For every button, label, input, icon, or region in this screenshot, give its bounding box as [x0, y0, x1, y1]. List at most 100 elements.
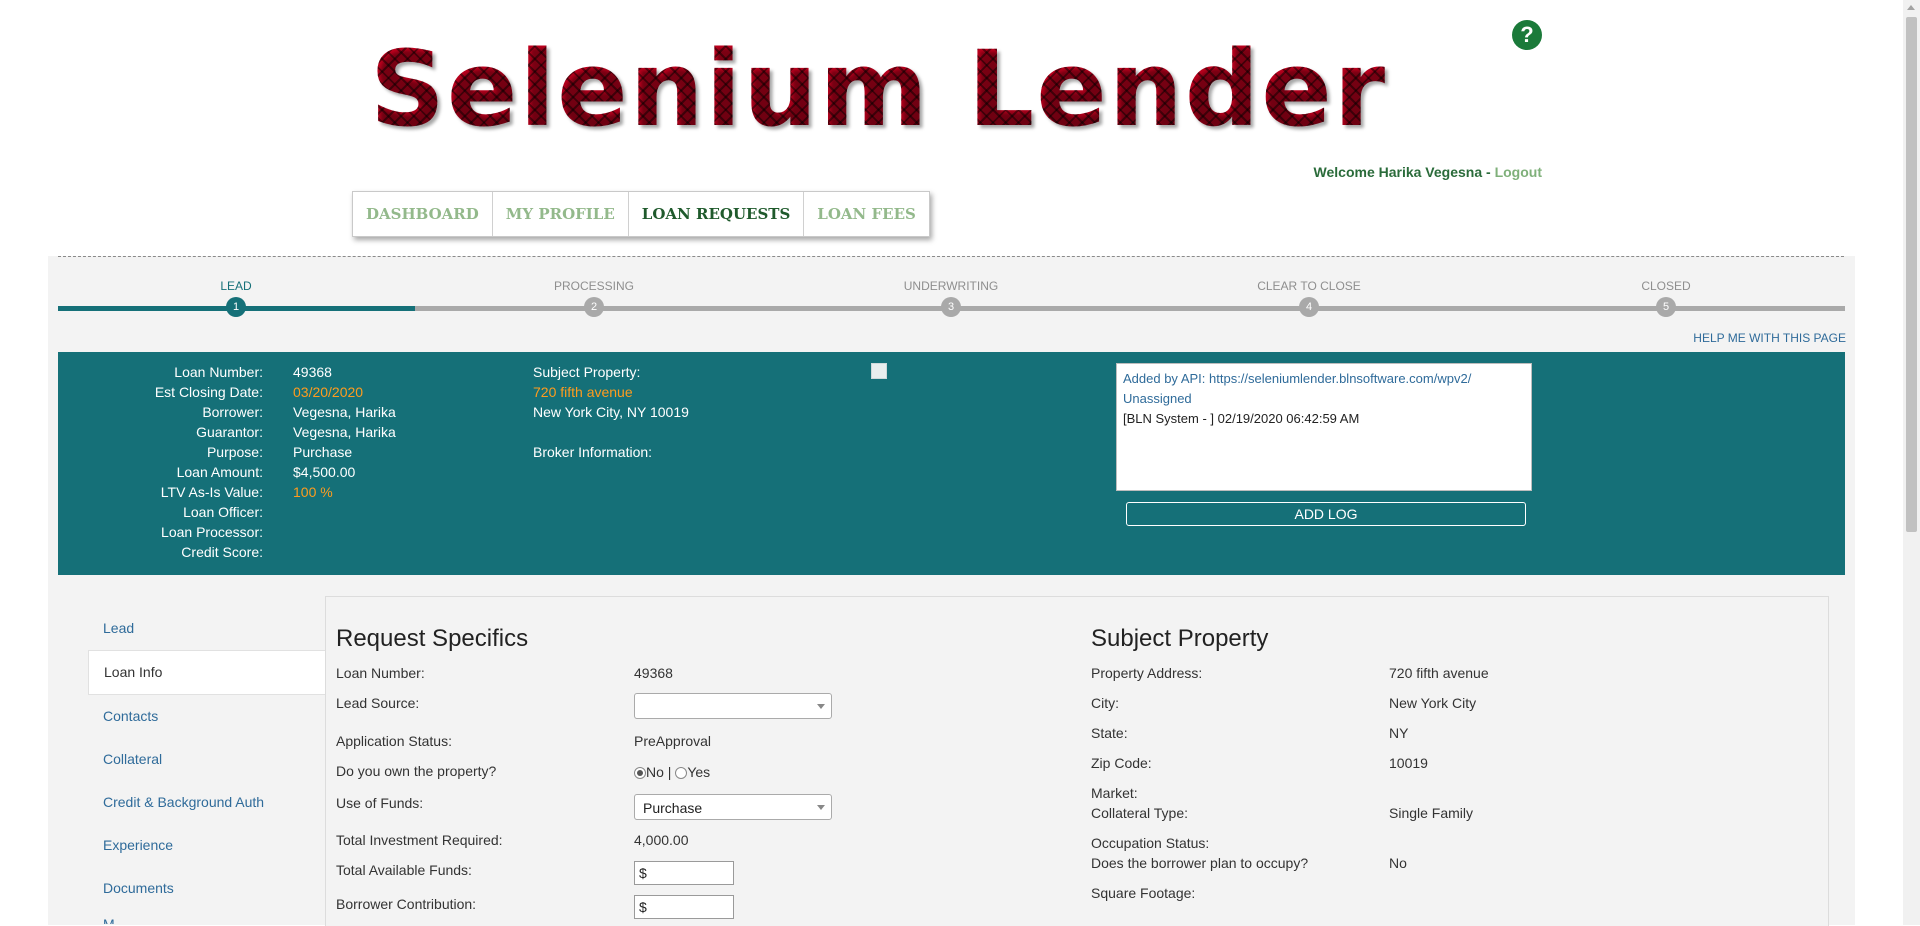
- subject-property-street[interactable]: 720 fifth avenue: [533, 382, 689, 402]
- nav-loan-requests[interactable]: LOAN REQUESTS: [629, 192, 805, 236]
- city-label: City:: [1091, 695, 1119, 711]
- step-label: LEAD: [220, 279, 252, 293]
- state-value: NY: [1389, 725, 1409, 741]
- step-number: 4: [1299, 297, 1319, 317]
- welcome-separator: -: [1482, 164, 1495, 180]
- step-closed[interactable]: CLOSED 5: [1586, 276, 1746, 317]
- summary-key: Loan Officer:: [183, 504, 263, 520]
- summary-row: Purpose: Purchase: [58, 442, 493, 462]
- square-footage-label: Square Footage:: [1091, 885, 1196, 901]
- use-of-funds-value: Purchase: [643, 800, 703, 816]
- log-unassigned-link[interactable]: Unassigned: [1123, 389, 1525, 409]
- own-property-yes-label: Yes: [687, 764, 711, 780]
- welcome-text: Welcome Harika Vegesna: [1313, 164, 1483, 180]
- summary-key: Est Closing Date:: [154, 384, 263, 400]
- market-label: Market:: [1091, 785, 1138, 801]
- loan-stage-stepper: LEAD 1 PROCESSING 2 UNDERWRITING 3 CLEAR…: [58, 276, 1845, 326]
- loan-number-value: 49368: [634, 665, 673, 681]
- broken-image-icon: [871, 363, 887, 379]
- sidebar-item-collateral[interactable]: Collateral: [88, 738, 326, 781]
- summary-value: $4,500.00: [293, 464, 356, 480]
- subject-property-label: Subject Property:: [533, 364, 641, 380]
- summary-row: Est Closing Date: 03/20/2020: [58, 382, 493, 402]
- log-source-link[interactable]: Added by API: https://seleniumlender.bln…: [1123, 369, 1525, 389]
- request-specifics-title: Request Specifics: [336, 625, 529, 652]
- own-property-no-radio[interactable]: [634, 767, 646, 780]
- step-label: UNDERWRITING: [903, 279, 999, 293]
- summary-row: Credit Score:: [58, 542, 493, 562]
- use-of-funds-select[interactable]: Purchase: [634, 794, 832, 820]
- total-funds-input[interactable]: $: [634, 861, 734, 885]
- step-underwriting[interactable]: UNDERWRITING 3: [871, 276, 1031, 317]
- subject-property-summary: Subject Property: 720 fifth avenue New Y…: [533, 362, 689, 462]
- loan-sidebar: Lead Loan Info Contacts Collateral Credi…: [88, 607, 326, 924]
- sidebar-item-documents[interactable]: Documents: [88, 867, 326, 910]
- logout-link[interactable]: Logout: [1495, 164, 1542, 180]
- sidebar-item-more[interactable]: M...: [88, 910, 326, 924]
- subject-property-city: New York City, NY 10019: [533, 404, 689, 420]
- nav-dashboard[interactable]: DASHBOARD: [353, 192, 493, 236]
- summary-key: Loan Processor:: [161, 524, 263, 540]
- summary-row: Borrower: Vegesna, Harika: [58, 402, 493, 422]
- summary-key: Purpose:: [206, 444, 263, 460]
- help-icon[interactable]: ?: [1512, 20, 1542, 50]
- plan-to-occupy-value: No: [1389, 855, 1407, 871]
- summary-value: [293, 502, 493, 522]
- total-investment-value: 4,000.00: [634, 832, 689, 848]
- summary-value: 49368: [293, 364, 332, 380]
- broker-information-label: Broker Information:: [533, 444, 653, 460]
- add-log-button[interactable]: ADD LOG: [1126, 502, 1526, 526]
- borrower-contribution-label: Borrower Contribution:: [336, 896, 477, 912]
- summary-value: 100 %: [293, 484, 333, 500]
- page-scrollbar[interactable]: [1903, 0, 1920, 925]
- sidebar-item-lead[interactable]: Lead: [88, 607, 326, 650]
- summary-row: Loan Amount: $4,500.00: [58, 462, 493, 482]
- summary-row: Guarantor: Vegesna, Harika: [58, 422, 493, 442]
- nav-loan-fees[interactable]: LOAN FEES: [804, 192, 929, 236]
- welcome-bar: Welcome Harika Vegesna - Logout: [1314, 164, 1542, 180]
- step-processing[interactable]: PROCESSING 2: [514, 276, 674, 317]
- summary-value: [293, 542, 493, 562]
- lead-source-select[interactable]: [634, 693, 832, 719]
- loan-summary-fields: Loan Number: 49368 Est Closing Date: 03/20…: [58, 362, 493, 562]
- summary-row: Loan Number: 49368: [58, 362, 493, 382]
- radio-separator: |: [663, 764, 676, 780]
- step-label: PROCESSING: [553, 279, 634, 293]
- step-number: 5: [1656, 297, 1676, 317]
- loan-number-label: Loan Number:: [336, 665, 425, 681]
- scroll-up-icon[interactable]: [1907, 5, 1915, 10]
- summary-key: LTV As-Is Value:: [160, 484, 263, 500]
- site-logo: Selenium Lender: [370, 28, 1388, 150]
- scrollbar-thumb[interactable]: [1906, 17, 1917, 532]
- summary-key: Credit Score:: [181, 544, 263, 560]
- total-funds-label: Total Available Funds:: [336, 862, 472, 878]
- step-label: CLOSED: [1641, 279, 1691, 293]
- summary-key: Guarantor:: [196, 424, 263, 440]
- plan-to-occupy-label: Does the borrower plan to occupy?: [1091, 855, 1309, 871]
- step-lead[interactable]: LEAD 1: [156, 276, 316, 317]
- sidebar-item-contacts[interactable]: Contacts: [88, 695, 326, 738]
- lead-source-label: Lead Source:: [336, 695, 420, 711]
- sidebar-item-loan-info[interactable]: Loan Info: [88, 650, 326, 695]
- step-number: 3: [941, 297, 961, 317]
- divider: [58, 256, 1844, 257]
- own-property-radio-group: No | Yes: [634, 764, 710, 780]
- collateral-type-value: Single Family: [1389, 805, 1474, 821]
- nav-my-profile[interactable]: MY PROFILE: [493, 192, 629, 236]
- activity-log[interactable]: Added by API: https://seleniumlender.bln…: [1116, 363, 1532, 491]
- summary-value: Purchase: [293, 444, 353, 460]
- summary-key: Loan Number:: [174, 364, 263, 380]
- log-entry: [BLN System - ] 02/19/2020 06:42:59 AM: [1123, 411, 1360, 426]
- help-page-link[interactable]: HELP ME WITH THIS PAGE: [1693, 331, 1846, 345]
- step-clear-to-close[interactable]: CLEAR TO CLOSE 4: [1229, 276, 1389, 317]
- borrower-contribution-input[interactable]: $: [634, 895, 734, 919]
- step-number: 1: [226, 297, 246, 317]
- summary-key: Loan Amount:: [176, 464, 263, 480]
- step-number: 2: [584, 297, 604, 317]
- sidebar-item-credit-background[interactable]: Credit & Background Auth: [88, 781, 326, 824]
- property-address-label: Property Address:: [1091, 665, 1203, 681]
- sidebar-item-experience[interactable]: Experience: [88, 824, 326, 867]
- own-property-yes-radio[interactable]: [675, 767, 688, 780]
- zip-label: Zip Code:: [1091, 755, 1152, 771]
- main-nav: DASHBOARD MY PROFILE LOAN REQUESTS LOAN …: [352, 191, 930, 237]
